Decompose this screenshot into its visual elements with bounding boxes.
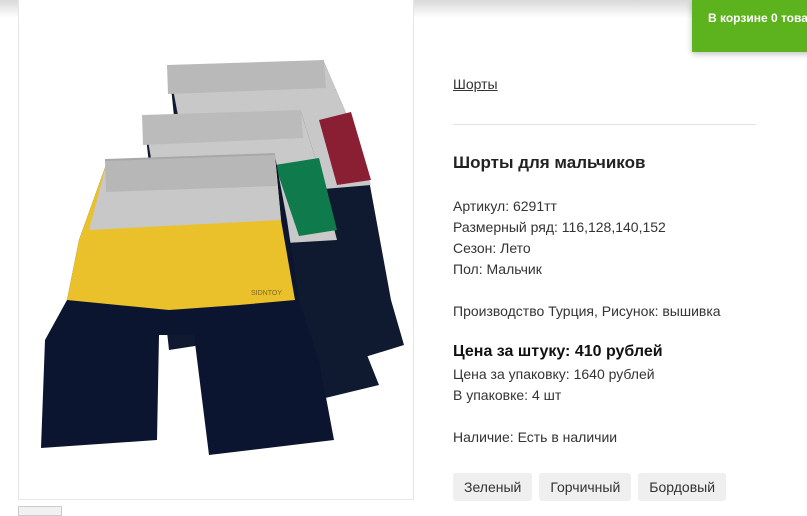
- cart-badge[interactable]: В корзине 0 това: [692, 0, 807, 52]
- color-option-mustard[interactable]: Горчичный: [539, 473, 632, 501]
- availability-text: Наличие: Есть в наличии: [453, 429, 618, 445]
- pack-count: В упаковке: 4 шт: [453, 387, 562, 403]
- season-text: Сезон: Лето: [453, 240, 531, 256]
- image-thumbnail[interactable]: [18, 506, 62, 516]
- gender-text: Пол: Мальчик: [453, 261, 542, 277]
- product-image[interactable]: SIDNTOY: [18, 0, 414, 500]
- price-per-pack: Цена за упаковку: 1640 рублей: [453, 366, 655, 382]
- color-options: Зеленый Горчичный Бордовый: [453, 473, 727, 501]
- article-text: Артикул: 6291тт: [453, 198, 557, 214]
- production-text: Производство Турция, Рисунок: вышивка: [453, 303, 721, 319]
- price-per-item: Цена за штуку: 410 рублей: [453, 343, 663, 360]
- color-option-green[interactable]: Зеленый: [453, 473, 533, 501]
- product-title: Шорты для мальчиков: [453, 153, 646, 172]
- shorts-illustration: SIDNTOY: [41, 60, 404, 455]
- cart-badge-label: В корзине 0 това: [708, 11, 807, 25]
- color-option-burgundy[interactable]: Бордовый: [638, 473, 727, 501]
- divider: [453, 124, 756, 125]
- brand-logo-text: SIDNTOY: [251, 290, 282, 297]
- breadcrumb-link[interactable]: Шорты: [453, 76, 498, 92]
- sizes-text: Размерный ряд: 116,128,140,152: [453, 219, 666, 235]
